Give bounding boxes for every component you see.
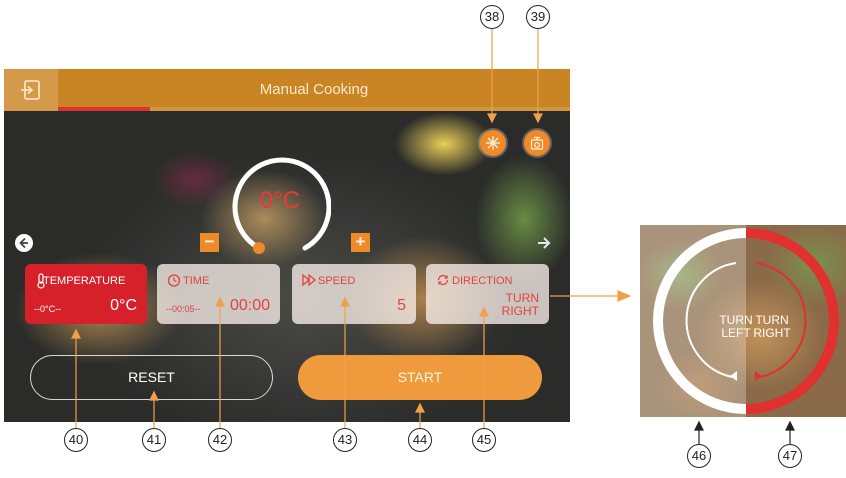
callout-40: 40 (64, 428, 88, 452)
callout-44: 44 (408, 428, 432, 452)
callout-leader-lines (71, 29, 795, 444)
callout-43: 43 (333, 428, 357, 452)
callout-47: 47 (778, 444, 802, 468)
callout-39: 39 (526, 5, 550, 29)
callout-41: 41 (142, 428, 166, 452)
callout-42: 42 (208, 428, 232, 452)
callout-38: 38 (480, 5, 504, 29)
callout-45: 45 (472, 428, 496, 452)
callout-46: 46 (687, 444, 711, 468)
